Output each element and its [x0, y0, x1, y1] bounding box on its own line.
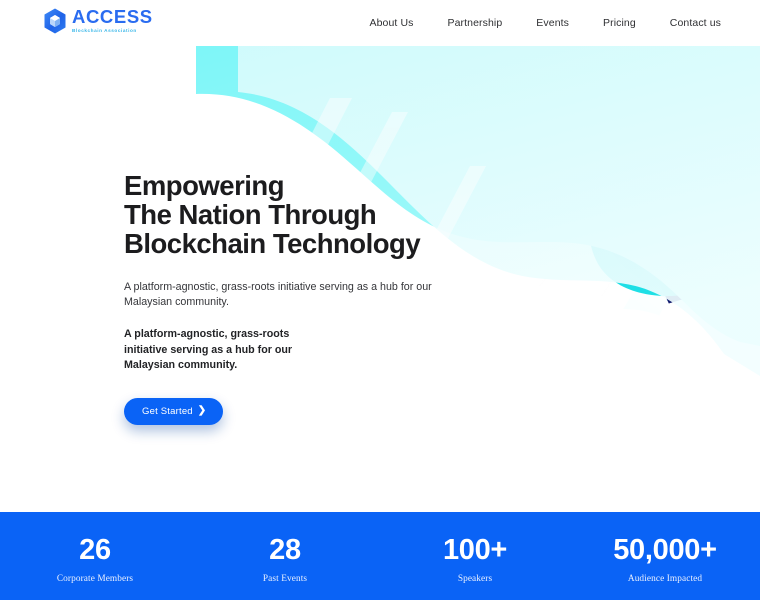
- hexagon-cube-icon: [44, 8, 66, 34]
- stats-bar: 26 Corporate Members 28 Past Events 100+…: [0, 512, 760, 600]
- hero-paragraph: A platform-agnostic, grass-roots initiat…: [124, 281, 432, 308]
- stat-speakers: 100+ Speakers: [380, 512, 570, 600]
- nav-item-about-us[interactable]: About Us: [353, 17, 431, 29]
- site-header: ACCESS Blockchain Association About Us P…: [0, 0, 760, 46]
- nav-item-partnership[interactable]: Partnership: [431, 17, 520, 29]
- stat-value: 28: [269, 533, 301, 566]
- stat-label: Past Events: [262, 573, 308, 584]
- nav-item-pricing[interactable]: Pricing: [586, 17, 653, 29]
- page-title: Empowering The Nation Through Blockchain…: [124, 170, 421, 259]
- stat-corporate-members: 26 Corporate Members: [0, 512, 190, 600]
- landing-page: ACCESS Blockchain Association About Us P…: [0, 0, 760, 600]
- chevron-right-icon: ❯: [197, 405, 207, 416]
- stat-label: Audience Impacted: [627, 573, 703, 584]
- brand-wordmark: ACCESS Blockchain Association: [72, 8, 153, 34]
- hero-paragraph-bold: A platform-agnostic, grass-roots initiat…: [124, 328, 293, 371]
- brand-tagline: Blockchain Association: [72, 28, 137, 34]
- brand-logo[interactable]: ACCESS Blockchain Association: [43, 8, 153, 34]
- get-started-button[interactable]: Get Started ❯: [124, 397, 224, 425]
- nav-item-events[interactable]: Events: [519, 17, 586, 29]
- stat-past-events: 28 Past Events: [190, 512, 380, 600]
- stat-value: 50,000+: [613, 533, 717, 566]
- stat-value: 26: [79, 533, 111, 566]
- stat-label: Speakers: [457, 573, 493, 584]
- stat-audience-impacted: 50,000+ Audience Impacted: [570, 512, 760, 600]
- main-navigation: About Us Partnership Events Pricing Cont…: [353, 0, 739, 46]
- brand-name: ACCESS: [72, 6, 153, 28]
- stat-value: 100+: [442, 533, 508, 566]
- get-started-label: Get Started: [142, 405, 193, 417]
- stat-label: Corporate Members: [56, 573, 134, 584]
- hero-section: Empowering The Nation Through Blockchain…: [0, 46, 760, 512]
- hero-copy: Empowering The Nation Through Blockchain…: [124, 171, 484, 425]
- nav-item-contact-us[interactable]: Contact us: [653, 17, 738, 29]
